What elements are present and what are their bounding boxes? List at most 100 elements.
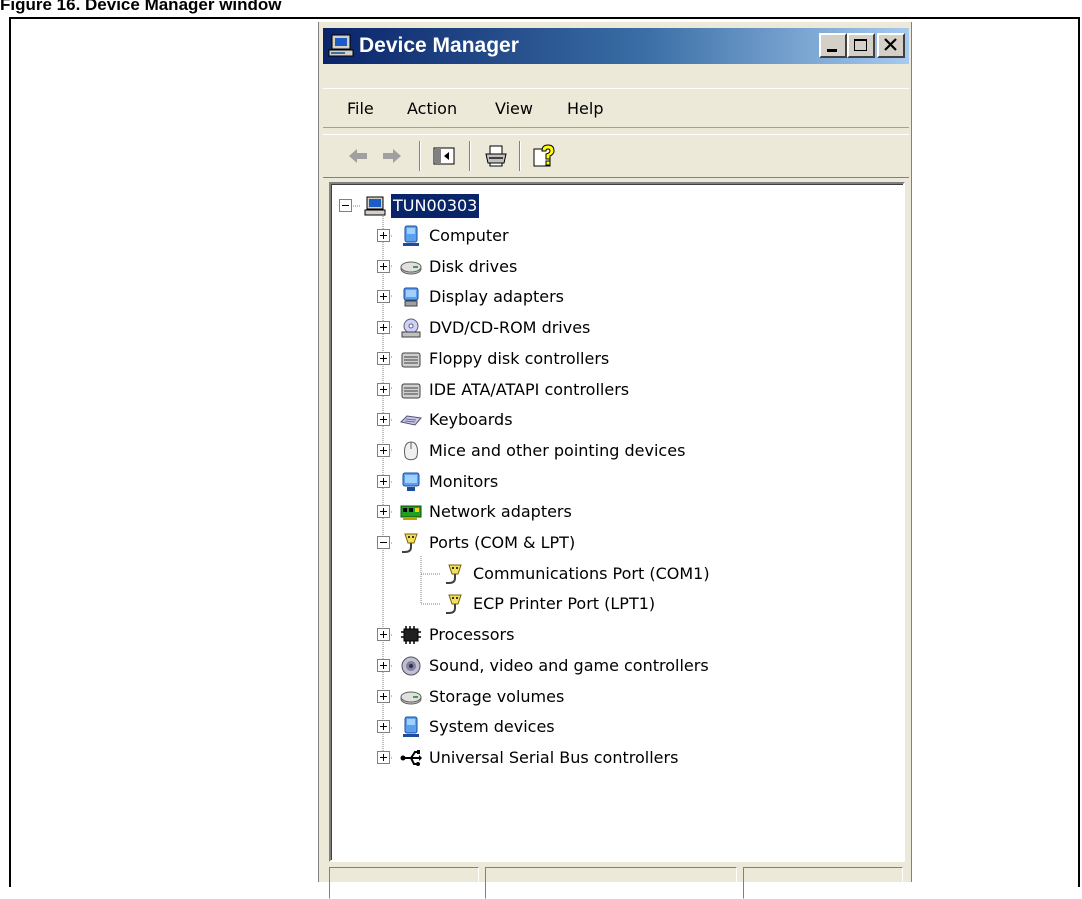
tree-item-label: Disk drives — [429, 257, 518, 276]
toolbar — [323, 134, 909, 178]
toolbar-separator — [519, 141, 521, 171]
close-icon — [884, 38, 897, 51]
status-pane-3 — [743, 867, 903, 899]
tree-item-dvd-cd-rom-drives[interactable]: DVD/CD-ROM drives — [331, 313, 891, 343]
tree-item-label: IDE ATA/ATAPI controllers — [429, 380, 630, 399]
tree-item-processors[interactable]: Processors — [331, 620, 891, 650]
expand-icon[interactable] — [377, 628, 390, 641]
cdrom-icon — [401, 318, 421, 338]
port-icon — [446, 564, 462, 584]
tree-item-label: Keyboards — [429, 410, 513, 429]
usb-icon — [400, 750, 422, 766]
tree-item-label: Storage volumes — [429, 687, 565, 706]
menu-file[interactable]: File — [347, 89, 374, 129]
disk-drive-icon — [400, 691, 422, 705]
menu-bar: File Action View Help — [323, 88, 909, 128]
tree-root-row[interactable]: TUN00303 — [331, 191, 891, 221]
forward-arrow-icon[interactable] — [379, 143, 405, 169]
collapse-icon[interactable] — [339, 199, 352, 212]
expand-icon[interactable] — [377, 505, 390, 518]
tree-item-label: Processors — [429, 625, 515, 644]
tree-root-label[interactable]: TUN00303 — [391, 194, 480, 218]
maximize-icon — [854, 39, 867, 51]
toolbar-separator — [469, 141, 471, 171]
expand-icon[interactable] — [377, 413, 390, 426]
expand-icon[interactable] — [377, 260, 390, 273]
sound-icon — [401, 656, 421, 676]
tree-item-communications-port-com1[interactable]: Communications Port (COM1) — [331, 559, 891, 589]
tree-item-label: Mice and other pointing devices — [429, 441, 686, 460]
tree-item-system-devices[interactable]: System devices — [331, 712, 891, 742]
device-manager-icon — [328, 34, 354, 57]
keyboard-icon — [399, 415, 422, 426]
computer-icon — [364, 196, 386, 216]
computer-icon — [403, 716, 419, 737]
tree-item-disk-drives[interactable]: Disk drives — [331, 252, 891, 282]
status-pane-1 — [329, 867, 479, 899]
mouse-icon — [404, 441, 418, 461]
tree-item-keyboards[interactable]: Keyboards — [331, 405, 891, 435]
tree-item-label: Sound, video and game controllers — [429, 656, 709, 675]
collapse-icon[interactable] — [377, 536, 390, 549]
disk-drive-icon — [400, 261, 422, 275]
controller-icon — [401, 352, 421, 368]
tree-item-network-adapters[interactable]: Network adapters — [331, 497, 891, 527]
tree-item-label: Network adapters — [429, 502, 572, 521]
expand-icon[interactable] — [377, 720, 390, 733]
port-icon — [446, 594, 462, 614]
expand-icon[interactable] — [377, 659, 390, 672]
controller-icon — [401, 383, 421, 399]
expand-icon[interactable] — [377, 444, 390, 457]
print-icon[interactable] — [483, 143, 509, 169]
tree-item-sound-video-and-game-controllers[interactable]: Sound, video and game controllers — [331, 651, 891, 681]
tree-item-label: Communications Port (COM1) — [473, 564, 710, 583]
show-hide-tree-icon[interactable] — [431, 143, 457, 169]
tree-item-ecp-printer-port-lpt1[interactable]: ECP Printer Port (LPT1) — [331, 589, 891, 619]
menu-view[interactable]: View — [495, 89, 533, 129]
minimize-icon — [827, 49, 837, 52]
help-icon[interactable] — [531, 143, 557, 169]
processor-icon — [401, 626, 421, 644]
monitor-icon — [402, 472, 420, 491]
status-pane-2 — [485, 867, 737, 899]
tree-item-ports-com-lpt[interactable]: Ports (COM & LPT) — [331, 528, 891, 558]
maximize-button[interactable] — [847, 33, 875, 58]
status-bar — [329, 867, 905, 899]
tree-item-label: ECP Printer Port (LPT1) — [473, 594, 656, 613]
menu-action[interactable]: Action — [407, 89, 457, 129]
expand-icon[interactable] — [377, 321, 390, 334]
network-adapter-icon — [400, 505, 422, 520]
tree-item-mice-and-other-pointing-devices[interactable]: Mice and other pointing devices — [331, 436, 891, 466]
tree-item-display-adapters[interactable]: Display adapters — [331, 282, 891, 312]
device-tree[interactable]: TUN00303 Computer Disk drives Display adap… — [329, 182, 905, 862]
expand-icon[interactable] — [377, 229, 390, 242]
close-button[interactable] — [877, 33, 905, 58]
tree-item-universal-serial-bus-controllers[interactable]: Universal Serial Bus controllers — [331, 743, 891, 773]
display-adapter-icon — [403, 287, 419, 307]
expand-icon[interactable] — [377, 383, 390, 396]
tree-item-label: Ports (COM & LPT) — [429, 533, 576, 552]
computer-icon — [403, 225, 419, 246]
expand-icon[interactable] — [377, 290, 390, 303]
title-bar[interactable]: Device Manager — [323, 28, 909, 64]
tree-item-label: Computer — [429, 226, 509, 245]
back-arrow-icon[interactable] — [345, 143, 371, 169]
expand-icon[interactable] — [377, 751, 390, 764]
tree-item-label: Monitors — [429, 472, 499, 491]
expand-icon[interactable] — [377, 690, 390, 703]
device-manager-window: Device Manager File Action View Help TUN… — [318, 22, 912, 899]
tree-item-floppy-disk-controllers[interactable]: Floppy disk controllers — [331, 344, 891, 374]
tree-item-label: Floppy disk controllers — [429, 349, 610, 368]
window-title: Device Manager — [359, 34, 519, 57]
expand-icon[interactable] — [377, 475, 390, 488]
tree-item-monitors[interactable]: Monitors — [331, 467, 891, 497]
tree-item-ide-ata-atapi-controllers[interactable]: IDE ATA/ATAPI controllers — [331, 375, 891, 405]
port-icon — [402, 533, 418, 553]
toolbar-separator — [419, 141, 421, 171]
figure-caption: Figure 16. Device Manager window — [0, 0, 282, 14]
expand-icon[interactable] — [377, 352, 390, 365]
minimize-button[interactable] — [819, 33, 847, 58]
tree-item-storage-volumes[interactable]: Storage volumes — [331, 682, 891, 712]
menu-help[interactable]: Help — [567, 89, 603, 129]
tree-item-computer[interactable]: Computer — [331, 221, 891, 251]
